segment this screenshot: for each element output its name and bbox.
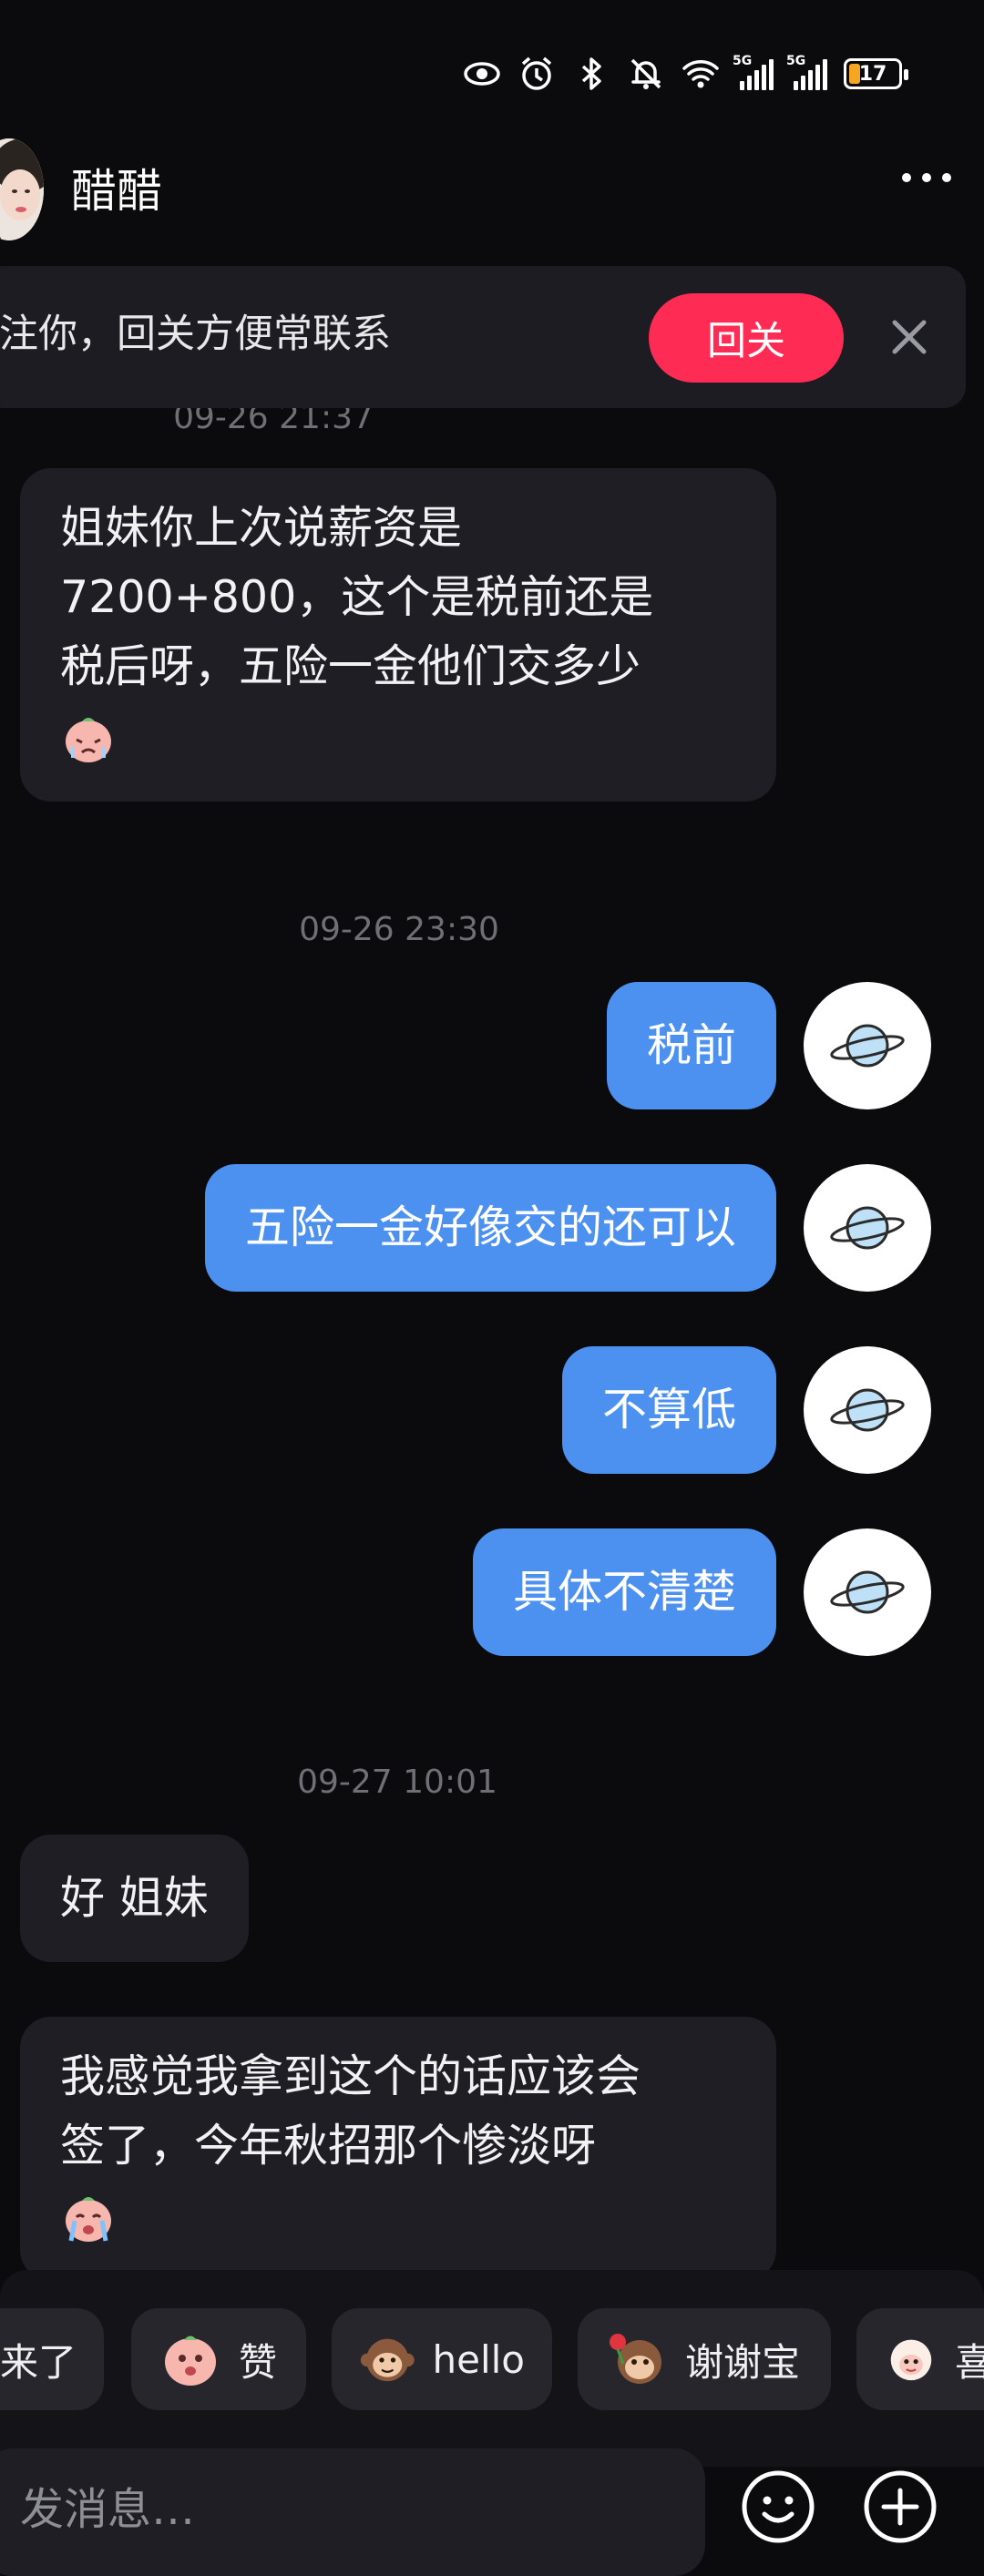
quick-reply-label: 谢谢宝: [685, 2339, 801, 2385]
outgoing-message[interactable]: 具体不清楚: [472, 1528, 776, 1656]
battery-level: 17: [858, 62, 887, 86]
mute-icon: [627, 55, 665, 93]
plus-icon[interactable]: [862, 2469, 938, 2545]
signal-1-icon: 5G: [733, 54, 774, 90]
outgoing-message[interactable]: 税前: [606, 982, 776, 1109]
quick-reply-label: hello: [432, 2336, 526, 2382]
quick-reply-label: 赞: [239, 2339, 278, 2385]
monkey-emoji-icon: [360, 2338, 415, 2382]
crying-peach-emoji-icon: [66, 2196, 111, 2242]
message-line: 签了，今年秋招那个惨淡呀: [60, 2120, 597, 2172]
message-line: 姐妹你上次说薪资是: [60, 502, 463, 554]
signal-2-label: 5G: [786, 54, 806, 68]
close-icon[interactable]: [882, 310, 937, 364]
peach-emoji-icon: [165, 2336, 216, 2386]
signal-2-icon: 5G: [786, 54, 827, 90]
incoming-message[interactable]: 我感觉我拿到这个的话应该会 签了，今年秋招那个惨淡呀: [20, 2017, 776, 2281]
sheep-emoji-icon: [890, 2339, 932, 2381]
message-line: 7200+800，这个是税前还是: [60, 571, 654, 623]
quick-reply-chip[interactable]: 赞: [131, 2308, 306, 2410]
sad-peach-emoji-icon: [66, 717, 111, 762]
monkey-rose-emoji-icon: [610, 2334, 661, 2384]
signal-1-label: 5G: [733, 54, 753, 68]
bluetooth-icon: [572, 55, 610, 93]
planet-avatar-icon[interactable]: [804, 982, 931, 1109]
battery-icon: 17: [844, 58, 908, 89]
emoji-icon[interactable]: [740, 2469, 816, 2545]
incoming-message[interactable]: 好 姐妹: [20, 1835, 249, 1962]
quick-reply-chip[interactable]: 来了: [0, 2308, 104, 2410]
wifi-icon: [682, 55, 720, 93]
incoming-message[interactable]: 姐妹你上次说薪资是 7200+800，这个是税前还是 税后呀，五险一金他们交多少: [20, 468, 776, 802]
quick-reply-label: 喜: [954, 2339, 984, 2385]
planet-avatar-icon[interactable]: [804, 1346, 931, 1474]
planet-avatar-icon[interactable]: [804, 1164, 931, 1292]
planet-avatar-icon[interactable]: [804, 1528, 931, 1656]
follow-banner-text: 关注你，回关方便常联系: [0, 312, 391, 357]
quick-reply-chip[interactable]: 喜: [856, 2308, 984, 2410]
status-bar: 5G 5G 17: [0, 36, 984, 109]
quick-reply-chip[interactable]: hello: [332, 2308, 552, 2410]
more-options-icon[interactable]: [902, 173, 951, 182]
message-line: 税后呀，五险一金他们交多少: [60, 640, 641, 692]
quick-reply-chip[interactable]: 谢谢宝: [578, 2308, 831, 2410]
alarm-icon: [518, 55, 556, 93]
outgoing-message[interactable]: 五险一金好像交的还可以: [204, 1164, 776, 1292]
timestamp: 09-27 10:01: [297, 1763, 497, 1801]
timestamp: 09-26 23:30: [299, 911, 499, 948]
message-line: 我感觉我拿到这个的话应该会: [60, 2050, 641, 2102]
outgoing-message[interactable]: 不算低: [561, 1346, 776, 1474]
chat-title: 醋醋: [71, 165, 162, 218]
banner-edge: [0, 383, 966, 408]
eye-icon: [463, 55, 501, 93]
avatar[interactable]: [0, 138, 44, 240]
message-input-placeholder: 发消息…: [20, 2484, 196, 2535]
follow-back-button[interactable]: 回关: [649, 293, 844, 383]
quick-reply-label: 来了: [0, 2339, 77, 2385]
